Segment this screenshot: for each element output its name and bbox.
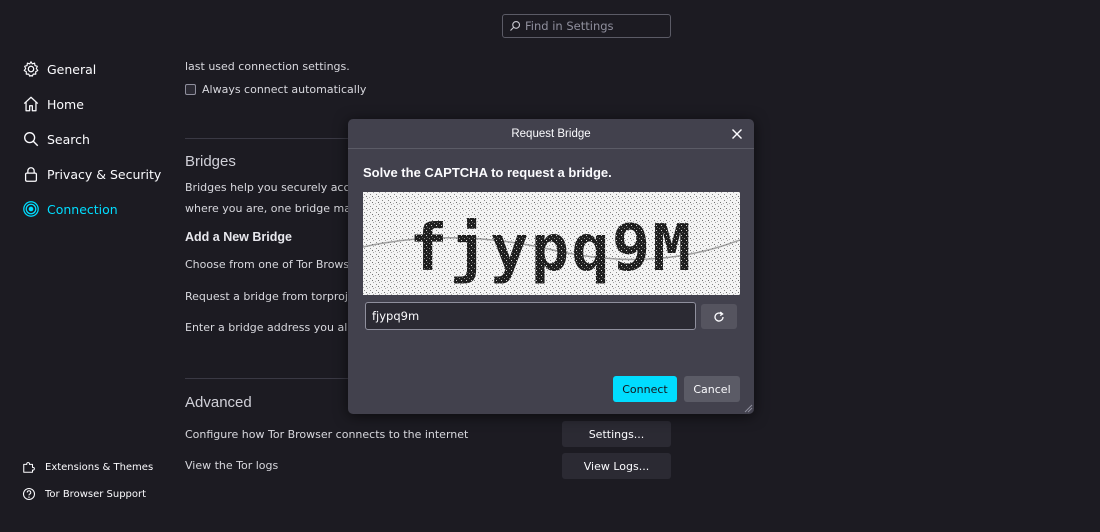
view-logs-button[interactable]: View Logs... [562, 453, 671, 479]
always-connect-label: Always connect automatically [202, 83, 367, 96]
search-icon [24, 132, 39, 147]
home-icon [23, 96, 39, 112]
dialog-heading: Solve the CAPTCHA to request a bridge. [363, 165, 612, 180]
connection-icon [23, 201, 39, 217]
sidebar-item-support[interactable]: Tor Browser Support [22, 487, 146, 501]
sidebar-item-label: General [47, 61, 97, 77]
puzzle-icon [23, 461, 35, 473]
advanced-settings-button[interactable]: Settings... [562, 421, 671, 447]
view-logs-text: View the Tor logs [185, 459, 279, 472]
refresh-icon [714, 311, 724, 322]
sidebar-item-privacy[interactable]: Privacy & Security [22, 165, 161, 183]
sidebar-item-label: Home [47, 96, 84, 112]
sidebar-item-extensions[interactable]: Extensions & Themes [22, 460, 153, 474]
captcha-image: fjypq9M [363, 192, 740, 295]
sidebar-item-general[interactable]: General [22, 60, 96, 78]
always-connect-checkbox[interactable] [185, 84, 196, 95]
dialog-header: Request Bridge [348, 119, 754, 149]
bridges-description: Bridges help you securely access t [185, 181, 376, 194]
close-button[interactable] [728, 125, 746, 143]
sidebar-item-label: Search [47, 131, 90, 147]
sidebar-footer-label: Tor Browser Support [45, 488, 147, 500]
captcha-answer-input[interactable] [365, 302, 696, 330]
sidebar-item-label: Connection [47, 201, 118, 217]
resize-grip-icon[interactable] [743, 403, 753, 413]
dialog-title: Request Bridge [511, 127, 591, 140]
sidebar: General Home Search Privacy & Security C… [0, 0, 170, 532]
choose-bridge-text: Choose from one of Tor Browser's [185, 258, 370, 271]
cancel-button[interactable]: Cancel [684, 376, 740, 402]
gear-icon [23, 61, 39, 77]
sidebar-item-home[interactable]: Home [22, 95, 84, 113]
help-icon [22, 487, 36, 501]
lock-icon [24, 167, 38, 182]
close-icon [732, 129, 742, 139]
sidebar-item-connection[interactable]: Connection [22, 200, 118, 218]
refresh-captcha-button[interactable] [701, 304, 737, 329]
captcha-text: fjypq9M [409, 212, 693, 286]
connect-button[interactable]: Connect [613, 376, 677, 402]
request-bridge-text: Request a bridge from torproject.c [185, 290, 375, 303]
sidebar-item-search[interactable]: Search [22, 130, 90, 148]
intro-text: last used connection settings. [185, 60, 350, 73]
configure-text: Configure how Tor Browser connects to th… [185, 428, 469, 441]
sidebar-footer-label: Extensions & Themes [45, 461, 154, 473]
always-connect-row[interactable]: Always connect automatically [185, 83, 366, 96]
request-bridge-dialog: Request Bridge Solve the CAPTCHA to requ… [348, 119, 754, 414]
add-bridge-title: Add a New Bridge [185, 230, 292, 244]
sidebar-item-label: Privacy & Security [47, 166, 162, 182]
advanced-title: Advanced [185, 394, 252, 411]
bridges-title: Bridges [185, 153, 236, 170]
